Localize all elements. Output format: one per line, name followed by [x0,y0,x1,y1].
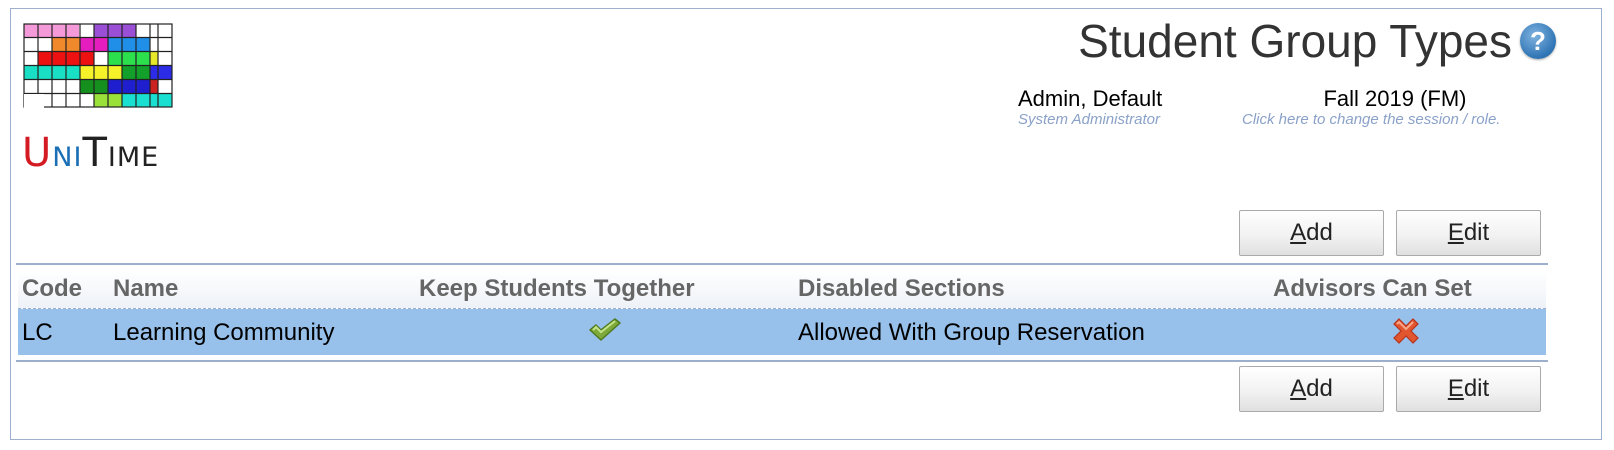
user-info[interactable]: Admin, Default System Administrator [1018,86,1186,127]
row-name: Learning Community [113,319,335,346]
edit-accel-bottom: E [1447,375,1464,402]
logo-letter-t: T [82,130,108,176]
logo-timetable-grid [22,22,174,114]
table-header: Code Name Keep Students Together Disable… [18,270,1546,309]
user-role: System Administrator [1018,111,1160,127]
unitime-logo[interactable]: UNITIME [22,22,182,182]
table-row[interactable]: LC Learning Community Allowed With Group… [18,309,1546,355]
column-header-disabled-sections[interactable]: Disabled Sections [798,275,1005,303]
edit-accel: E [1447,219,1464,246]
row-disabled-sections: Allowed With Group Reservation [798,319,1145,346]
add-label-rest-bottom: dd [1306,375,1333,402]
column-header-name[interactable]: Name [113,275,178,303]
cross-icon [1390,316,1422,351]
logo-letter-u: U [22,130,53,176]
column-header-keep-together[interactable]: Keep Students Together [419,275,695,303]
logo-letters-ime: IME [107,142,160,173]
group-types-table: Code Name Keep Students Together Disable… [18,270,1546,355]
add-button-bottom[interactable]: Add [1239,366,1384,412]
edit-label-rest: dit [1463,219,1490,246]
session-name: Fall 2019 (FM) [1323,86,1467,111]
add-accel: A [1290,219,1307,246]
check-icon [588,317,622,348]
column-header-advisors-can-set[interactable]: Advisors Can Set [1273,275,1472,303]
logo-letters-ni: NI [52,142,83,173]
user-name: Admin, Default [1018,86,1163,111]
column-header-code[interactable]: Code [22,275,82,303]
logo-wordmark: UNITIME [22,130,159,176]
add-accel-bottom: A [1290,375,1307,402]
session-hint: Click here to change the session / role. [1242,111,1501,128]
edit-button[interactable]: Edit [1396,210,1541,256]
add-label-rest: dd [1306,219,1333,246]
top-button-bar: Add Edit [1239,210,1541,256]
help-icon[interactable]: ? [1520,23,1556,59]
edit-button-bottom[interactable]: Edit [1396,366,1541,412]
add-button[interactable]: Add [1239,210,1384,256]
edit-label-rest-bottom: dit [1463,375,1490,402]
row-code: LC [22,319,53,346]
table-footer-divider [16,360,1548,362]
session-info[interactable]: Fall 2019 (FM) Click here to change the … [1242,86,1548,127]
header-divider [16,263,1548,265]
title-row: Student Group Types ? [1078,14,1556,68]
bottom-button-bar: Add Edit [1239,366,1541,412]
page-title: Student Group Types [1078,15,1512,67]
